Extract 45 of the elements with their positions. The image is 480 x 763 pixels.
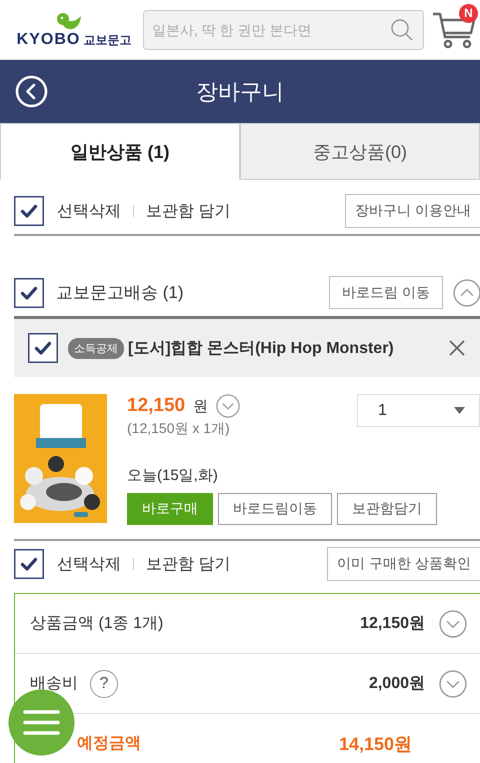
back-icon[interactable] [15,75,48,108]
checkbox[interactable] [14,196,44,226]
quantity-select[interactable]: 1 [357,394,480,427]
expand-icon[interactable] [439,610,467,638]
expand-icon[interactable] [439,670,467,698]
action-button[interactable]: 보관함담기 [337,493,437,525]
text-link[interactable]: 선택삭제 [57,200,121,222]
delivery-date: 오늘(15일,화) [127,466,219,485]
product-title[interactable]: [도서]힙합 몬스터(Hip Hop Monster) [128,338,438,358]
action-button[interactable]: 바로드림이동 [218,493,332,525]
pickup-button[interactable]: 바로드림 이동 [329,276,443,309]
group-title: 교보문고배송 (1) [56,282,184,304]
checkbox[interactable] [14,549,44,579]
text-link[interactable]: 보관함 담기 [146,554,230,574]
checkbox[interactable] [14,278,44,308]
help-button[interactable]: ? [90,670,118,698]
price: 12,150 [127,395,186,417]
close-icon[interactable] [448,339,466,357]
expand-icon[interactable] [216,394,240,418]
currency: 원 [193,396,208,416]
menu-button[interactable] [8,689,75,756]
logo-text: 교보문고 [83,34,132,46]
search-field[interactable]: 일본사, 딱 한 권만 본다면 [143,10,424,50]
tab[interactable]: 중고상품(0) [240,123,480,180]
summary-value: 2,000원 [368,674,425,694]
text-link[interactable]: 보관함 담기 [146,200,230,222]
notification-badge: N [459,4,478,22]
checkbox[interactable] [28,333,58,363]
summary-value: 14,150원 [338,732,412,756]
guide-button[interactable]: 이미 구매한 상품확인 [327,547,480,581]
summary-label: 상품금액 (1종 1개) [30,614,164,634]
deduction-badge: 소득공제 [68,338,124,358]
price-detail: (12,150원 x 1개) [127,420,231,438]
text-link[interactable]: 선택삭제 [57,554,121,574]
bird-icon [56,12,82,32]
search-icon[interactable] [390,18,414,42]
guide-button[interactable]: 장바구니 이용안내 [345,194,480,228]
dropdown-icon [454,406,465,414]
tab[interactable]: 일반상품 (1) [0,123,240,180]
collapse-icon[interactable] [453,278,480,306]
summary-label: 예정금액 [77,734,141,754]
summary-value: 12,150원 [360,614,425,634]
summary-label: 배송비 [30,674,78,694]
page-title: 장바구니 [196,78,284,106]
logo-text: KYOBO [16,32,80,48]
